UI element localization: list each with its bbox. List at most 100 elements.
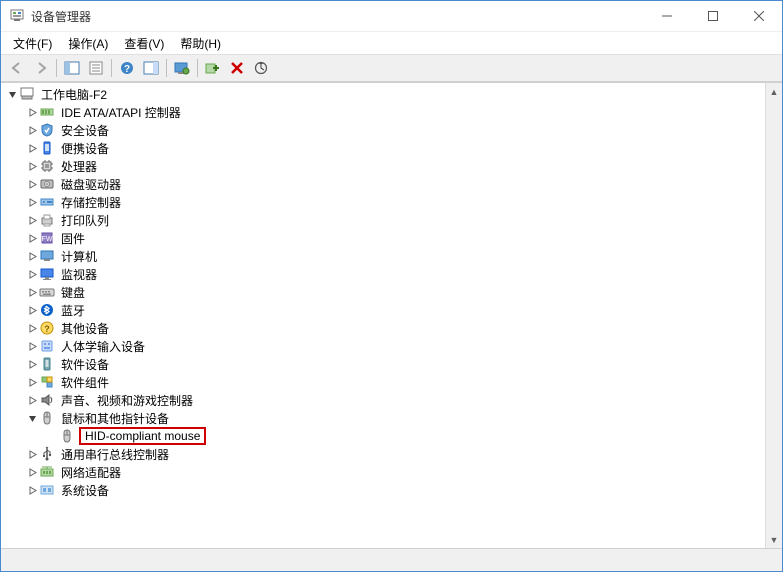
tree-category-11[interactable]: 蓝牙 — [1, 301, 765, 319]
chevron-right-icon[interactable] — [25, 391, 39, 409]
software-device-icon — [39, 356, 55, 372]
scroll-track[interactable] — [766, 100, 782, 531]
tree-category-15[interactable]: 软件组件 — [1, 373, 765, 391]
node-label: 打印队列 — [59, 212, 111, 229]
tree-category-17[interactable]: 鼠标和其他指针设备 — [1, 409, 765, 427]
chevron-down-icon[interactable] — [25, 409, 39, 427]
chevron-right-icon[interactable] — [25, 283, 39, 301]
show-hide-tree-button[interactable] — [60, 57, 84, 79]
cpu-icon — [39, 158, 55, 174]
chevron-right-icon[interactable] — [25, 157, 39, 175]
tree-device-17-0[interactable]: HID-compliant mouse — [1, 427, 765, 445]
close-button[interactable] — [736, 1, 782, 31]
tree-category-14[interactable]: 软件设备 — [1, 355, 765, 373]
tree-category-9[interactable]: 监视器 — [1, 265, 765, 283]
chevron-right-icon[interactable] — [25, 445, 39, 463]
chevron-down-icon[interactable] — [5, 85, 19, 103]
tree-category-8[interactable]: 计算机 — [1, 247, 765, 265]
toolbar-separator — [56, 59, 57, 77]
chevron-right-icon[interactable] — [25, 121, 39, 139]
computer-icon — [39, 248, 55, 264]
chevron-right-icon[interactable] — [25, 139, 39, 157]
security-icon — [39, 122, 55, 138]
menu-help[interactable]: 帮助(H) — [172, 33, 229, 54]
update-driver-button[interactable] — [249, 57, 273, 79]
chevron-right-icon[interactable] — [25, 373, 39, 391]
tree-category-3[interactable]: 处理器 — [1, 157, 765, 175]
system-icon — [39, 482, 55, 498]
node-label: 通用串行总线控制器 — [59, 446, 171, 463]
toolbar-separator — [111, 59, 112, 77]
menu-view[interactable]: 查看(V) — [116, 33, 172, 54]
toolbar-separator — [197, 59, 198, 77]
node-label: 软件设备 — [59, 356, 111, 373]
print-queue-icon — [39, 212, 55, 228]
toolbar-separator — [166, 59, 167, 77]
chevron-right-icon[interactable] — [25, 319, 39, 337]
chevron-right-icon[interactable] — [25, 229, 39, 247]
action-pane-button[interactable] — [139, 57, 163, 79]
add-legacy-button[interactable] — [201, 57, 225, 79]
forward-button — [29, 57, 53, 79]
titlebar: 设备管理器 — [1, 1, 782, 32]
vertical-scrollbar[interactable]: ▲ ▼ — [765, 83, 782, 548]
chevron-right-icon[interactable] — [25, 481, 39, 499]
help-button[interactable]: ? — [115, 57, 139, 79]
hid-icon — [39, 338, 55, 354]
chevron-right-icon[interactable] — [25, 301, 39, 319]
tree-category-5[interactable]: 存储控制器 — [1, 193, 765, 211]
tree-category-6[interactable]: 打印队列 — [1, 211, 765, 229]
other-icon: ? — [39, 320, 55, 336]
node-label: 固件 — [59, 230, 87, 247]
svg-text:FW: FW — [42, 236, 53, 243]
node-label: 监视器 — [59, 266, 99, 283]
chevron-right-icon[interactable] — [25, 337, 39, 355]
tree-category-2[interactable]: 便携设备 — [1, 139, 765, 157]
scroll-down-icon[interactable]: ▼ — [766, 531, 782, 548]
node-label: 人体学输入设备 — [59, 338, 147, 355]
chevron-right-icon[interactable] — [25, 193, 39, 211]
menu-action[interactable]: 操作(A) — [60, 33, 116, 54]
tree-category-7[interactable]: FW 固件 — [1, 229, 765, 247]
help-icon: ? — [119, 61, 135, 75]
usb-icon — [39, 446, 55, 462]
menu-file[interactable]: 文件(F) — [5, 33, 60, 54]
chevron-right-icon[interactable] — [25, 265, 39, 283]
tree-category-16[interactable]: 声音、视频和游戏控制器 — [1, 391, 765, 409]
scan-hardware-button[interactable] — [170, 57, 194, 79]
tree-category-12[interactable]: ?其他设备 — [1, 319, 765, 337]
uninstall-button[interactable] — [225, 57, 249, 79]
tree-root[interactable]: 工作电脑-F2 — [1, 85, 765, 103]
chevron-right-icon[interactable] — [25, 103, 39, 121]
device-tree[interactable]: 工作电脑-F2IDE ATA/ATAPI 控制器安全设备便携设备处理器磁盘驱动器… — [1, 83, 765, 548]
chevron-right-icon[interactable] — [25, 211, 39, 229]
mouse-device-icon — [59, 428, 75, 444]
properties-button[interactable] — [84, 57, 108, 79]
chevron-right-icon[interactable] — [25, 355, 39, 373]
chevron-right-icon[interactable] — [25, 247, 39, 265]
node-label: 软件组件 — [59, 374, 111, 391]
node-label: HID-compliant mouse — [79, 427, 206, 445]
tree-category-20[interactable]: 系统设备 — [1, 481, 765, 499]
keyboard-icon — [39, 284, 55, 300]
tree-category-13[interactable]: 人体学输入设备 — [1, 337, 765, 355]
tree-category-1[interactable]: 安全设备 — [1, 121, 765, 139]
maximize-button[interactable] — [690, 1, 736, 31]
chevron-right-icon[interactable] — [25, 175, 39, 193]
tree-category-10[interactable]: 键盘 — [1, 283, 765, 301]
tree-category-18[interactable]: 通用串行总线控制器 — [1, 445, 765, 463]
tree-category-19[interactable]: 网络适配器 — [1, 463, 765, 481]
window-controls — [644, 1, 782, 31]
ide-icon — [39, 104, 55, 120]
chevron-right-icon[interactable] — [25, 463, 39, 481]
node-label: 存储控制器 — [59, 194, 123, 211]
computer-root-icon — [19, 86, 35, 102]
scroll-up-icon[interactable]: ▲ — [766, 83, 782, 100]
tree-category-4[interactable]: 磁盘驱动器 — [1, 175, 765, 193]
minimize-button[interactable] — [644, 1, 690, 31]
portable-icon — [39, 140, 55, 156]
svg-text:?: ? — [44, 324, 50, 334]
close-icon — [754, 11, 764, 21]
node-label: 工作电脑-F2 — [39, 86, 109, 103]
tree-category-0[interactable]: IDE ATA/ATAPI 控制器 — [1, 103, 765, 121]
